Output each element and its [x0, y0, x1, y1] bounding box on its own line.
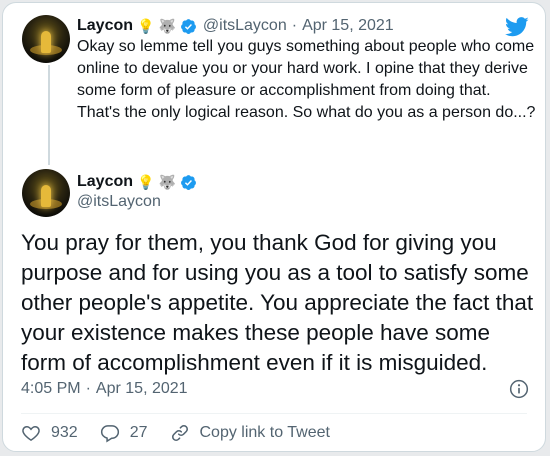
tweet-timestamp[interactable]: 4:05 PM · Apr 15, 2021 [21, 380, 188, 398]
tweet2-author: Laycon 💡 🐺 [77, 171, 197, 193]
verified-badge-icon [180, 174, 196, 190]
author-handle[interactable]: @itsLaycon [77, 193, 161, 211]
tweet-actions: 932 27 Copy link to Tweet [21, 423, 352, 443]
author-name[interactable]: Laycon [77, 173, 133, 191]
author-handle[interactable]: @itsLaycon [203, 17, 287, 35]
separator: · [291, 17, 298, 34]
tweet1-text: Okay so lemme tell you guys something ab… [77, 38, 536, 121]
like-button[interactable]: 932 [21, 423, 78, 443]
info-icon[interactable] [509, 379, 529, 399]
separator: · [85, 380, 91, 397]
link-icon [171, 425, 188, 441]
copy-link-label: Copy link to Tweet [199, 424, 330, 441]
lightbulb-emoji: 💡 [137, 18, 155, 34]
wolf-emoji: 🐺 [158, 174, 176, 190]
tweet-card: Laycon 💡 🐺 @itsLaycon · Apr 15, 2021 Oka… [2, 2, 546, 452]
like-count: 932 [51, 424, 78, 441]
heart-icon [22, 425, 40, 441]
reply-count: 27 [129, 424, 148, 441]
tweet-date[interactable]: Apr 15, 2021 [302, 17, 394, 35]
tweet1-header: Laycon 💡 🐺 @itsLaycon · Apr 15, 2021 [77, 15, 394, 37]
verified-badge-icon [180, 18, 196, 34]
reply-icon [100, 425, 119, 443]
copy-link-button[interactable]: Copy link to Tweet [170, 423, 330, 443]
wolf-emoji: 🐺 [158, 18, 176, 34]
reply-button[interactable]: 27 [100, 423, 148, 443]
twitter-bird-icon[interactable] [505, 17, 529, 37]
tweet-time[interactable]: 4:05 PM [21, 380, 81, 398]
tweet2-text: You pray for them, you thank God for giv… [21, 230, 534, 375]
lightbulb-emoji: 💡 [137, 174, 155, 190]
avatar[interactable] [22, 15, 70, 63]
divider [21, 413, 527, 414]
author-name[interactable]: Laycon [77, 17, 133, 35]
avatar[interactable] [22, 169, 70, 217]
tweet-date[interactable]: Apr 15, 2021 [96, 380, 188, 398]
thread-connector [48, 65, 50, 165]
